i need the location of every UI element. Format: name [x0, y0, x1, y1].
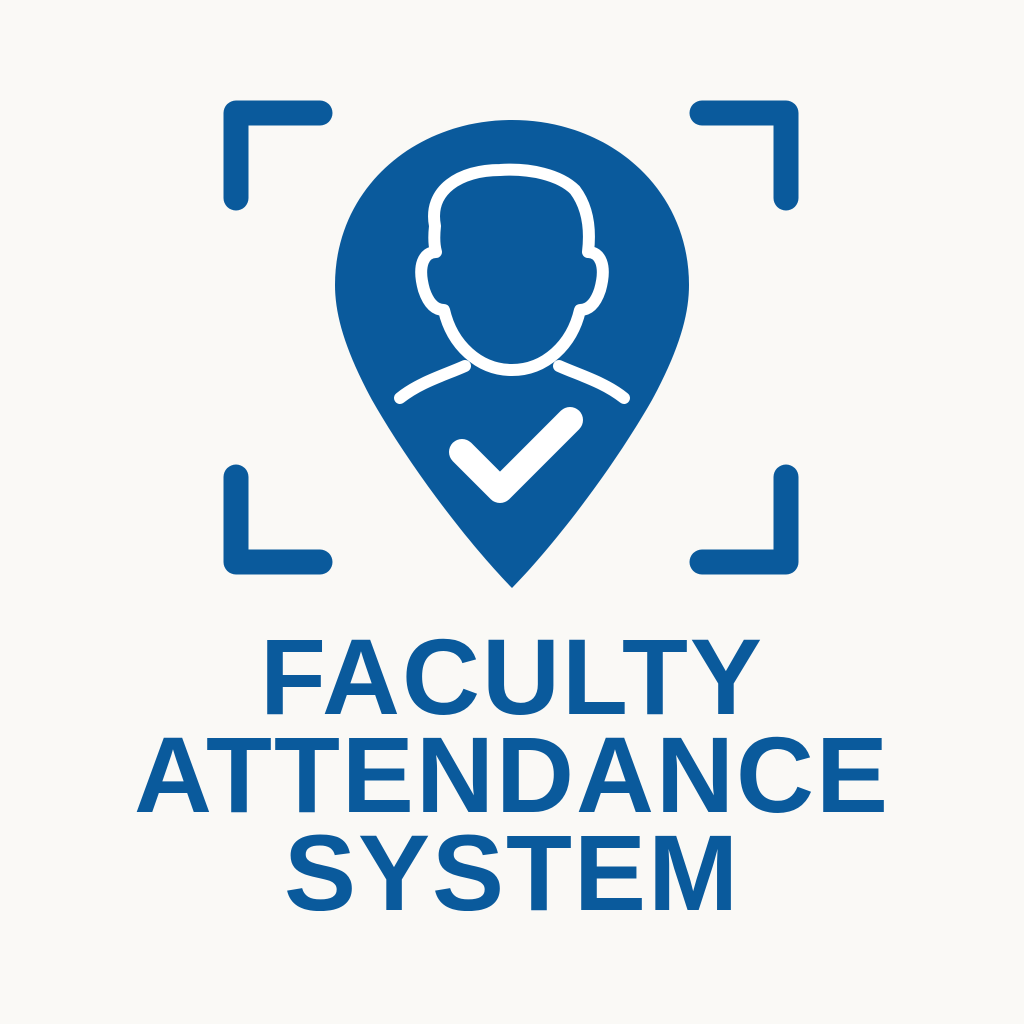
title-line-1: FACULTY: [260, 616, 764, 737]
app-title: FACULTY ATTENDANCE SYSTEM: [0, 616, 1024, 933]
logo-page: FACULTY ATTENDANCE SYSTEM: [0, 0, 1024, 1024]
title-line-3: SYSTEM: [283, 812, 741, 933]
location-pin-icon: [335, 120, 689, 588]
frame-corner-top-right: [689, 100, 799, 211]
frame-corner-top-left: [223, 100, 333, 211]
logo-graphic: [223, 100, 799, 588]
title-line-2: ATTENDANCE: [134, 714, 890, 835]
frame-corner-bottom-left: [223, 464, 333, 575]
frame-corner-bottom-right: [689, 464, 799, 575]
